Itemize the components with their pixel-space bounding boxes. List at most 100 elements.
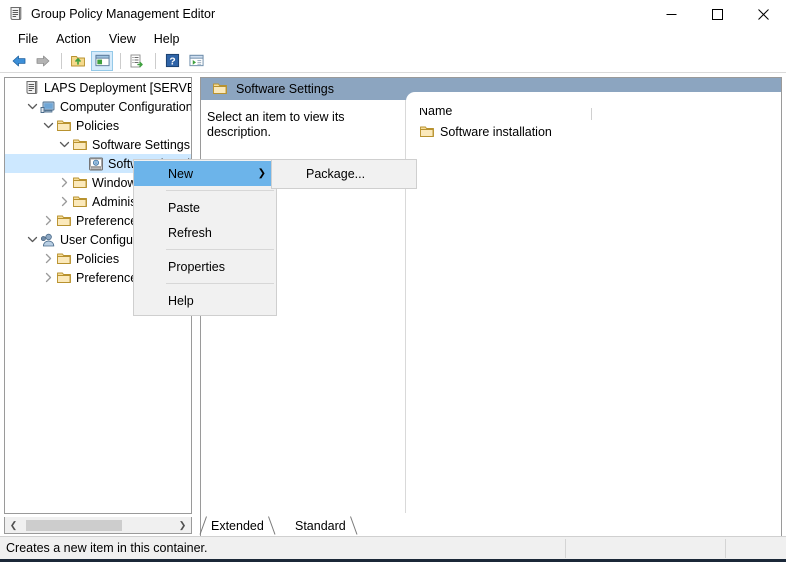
folder-icon [72,194,88,210]
folder-icon [56,118,72,134]
menu-file[interactable]: File [9,30,47,48]
context-submenu[interactable]: Package... [271,159,417,189]
tree-item-policies[interactable]: Policies [5,116,191,135]
tab-right-edge [267,516,276,535]
scroll-right-icon[interactable]: ❯ [174,518,191,533]
policy-document-icon [24,80,40,96]
toolbar-separator [61,52,62,69]
menu-item-label: Package... [306,166,366,181]
tab-extended-label: Extended [211,518,264,533]
show-console-tree-icon[interactable] [91,50,113,71]
properties-window-icon[interactable] [185,51,207,71]
tree-item-software-settings[interactable]: Software Settings [5,135,191,154]
menu-separator [166,249,274,250]
computer-icon [40,99,56,115]
up-folder-icon[interactable] [67,51,89,71]
folder-icon [72,175,88,191]
tree-item-label: LAPS Deployment [SERVERLAB. [44,80,191,95]
scrollbar-track[interactable] [22,517,174,533]
menu-item-paste[interactable]: Paste [134,195,276,220]
export-list-icon[interactable] [126,51,148,71]
status-divider [565,539,566,558]
main-window: Group Policy Management Editor File Acti… [0,0,786,562]
menu-item-new[interactable]: New ❯ [134,161,276,186]
submenu-arrow-icon: ❯ [257,168,266,179]
tree-item-computer-configuration[interactable]: Computer Configuration [5,97,191,116]
maximize-button[interactable] [694,0,740,28]
menu-item-label: Paste [168,200,200,215]
menu-item-label: Help [168,293,194,308]
menu-item-label: Refresh [168,225,212,240]
scroll-left-icon[interactable]: ❮ [5,518,22,533]
close-button[interactable] [740,0,786,28]
tree-item-label: Software Settings [92,137,190,152]
description-text: Select an item to view its description. [207,110,345,139]
back-icon[interactable] [8,51,30,71]
menu-action[interactable]: Action [47,30,100,48]
details-pane: Software Settings Select an item to view… [200,77,782,514]
chevron-down-icon[interactable] [56,137,72,153]
tab-standard[interactable]: Standard [291,516,358,535]
menu-help[interactable]: Help [145,30,189,48]
menu-item-refresh[interactable]: Refresh [134,220,276,245]
chevron-right-icon[interactable] [40,270,56,286]
context-menu[interactable]: New ❯ Paste Refresh Properties Help [133,159,277,316]
list-item-label: Software installation [440,125,552,139]
list-item[interactable]: Software installation [407,122,781,142]
tree-item-label: Computer Configuration [60,99,191,114]
tab-right-edge [349,516,358,535]
tree-item-label: Policies [76,118,120,133]
tree-item-laps-deployment-serverlab[interactable]: LAPS Deployment [SERVERLAB. [5,78,191,97]
svg-text:?: ? [169,56,175,67]
menu-item-label: Properties [168,259,225,274]
menu-separator [166,283,274,284]
forward-icon[interactable] [32,51,54,71]
status-divider [725,539,726,558]
view-tabs: Extended Standard [199,514,782,536]
toolbar: ? [0,49,786,73]
folder-icon [56,213,72,229]
chevron-right-icon[interactable] [56,194,72,210]
tab-standard-label: Standard [295,518,346,533]
chevron-right-icon[interactable] [40,251,56,267]
menu-item-properties[interactable]: Properties [134,254,276,279]
status-bar: Creates a new item in this container. [0,536,786,559]
status-text: Creates a new item in this container. [6,541,208,555]
items-list[interactable]: Name Software installation [407,100,781,513]
policy-document-icon [8,6,24,22]
folder-icon [212,81,228,97]
list-tab-shape [406,92,781,108]
chevron-right-icon[interactable] [40,213,56,229]
toolbar-separator [120,52,121,69]
folder-icon [419,124,435,140]
details-header-title: Software Settings [236,82,334,96]
title-bar: Group Policy Management Editor [0,0,786,28]
menu-item-help[interactable]: Help [134,288,276,313]
minimize-button[interactable] [648,0,694,28]
folder-icon [56,270,72,286]
chevron-right-icon[interactable] [56,175,72,191]
chevron-down-icon[interactable] [40,118,56,134]
menu-item-package[interactable]: Package... [272,161,416,186]
tab-extended[interactable]: Extended [199,516,276,535]
menu-separator [166,190,274,191]
folder-icon [56,251,72,267]
software-installation-icon [88,156,104,172]
toolbar-separator [155,52,156,69]
user-icon [40,232,56,248]
caption-buttons [648,0,786,28]
tab-left-edge [199,516,207,535]
tree-item-label: Policies [76,251,120,266]
scrollbar-thumb[interactable] [26,519,122,531]
menu-bar: File Action View Help [0,28,786,49]
folder-icon [72,137,88,153]
menu-view[interactable]: View [100,30,145,48]
window-title: Group Policy Management Editor [31,7,216,21]
help-icon[interactable]: ? [161,51,183,71]
tree-horizontal-scrollbar[interactable]: ❮ ❯ [4,517,192,534]
chevron-down-icon[interactable] [24,99,40,115]
menu-item-label: New [168,166,194,181]
chevron-down-icon[interactable] [24,232,40,248]
